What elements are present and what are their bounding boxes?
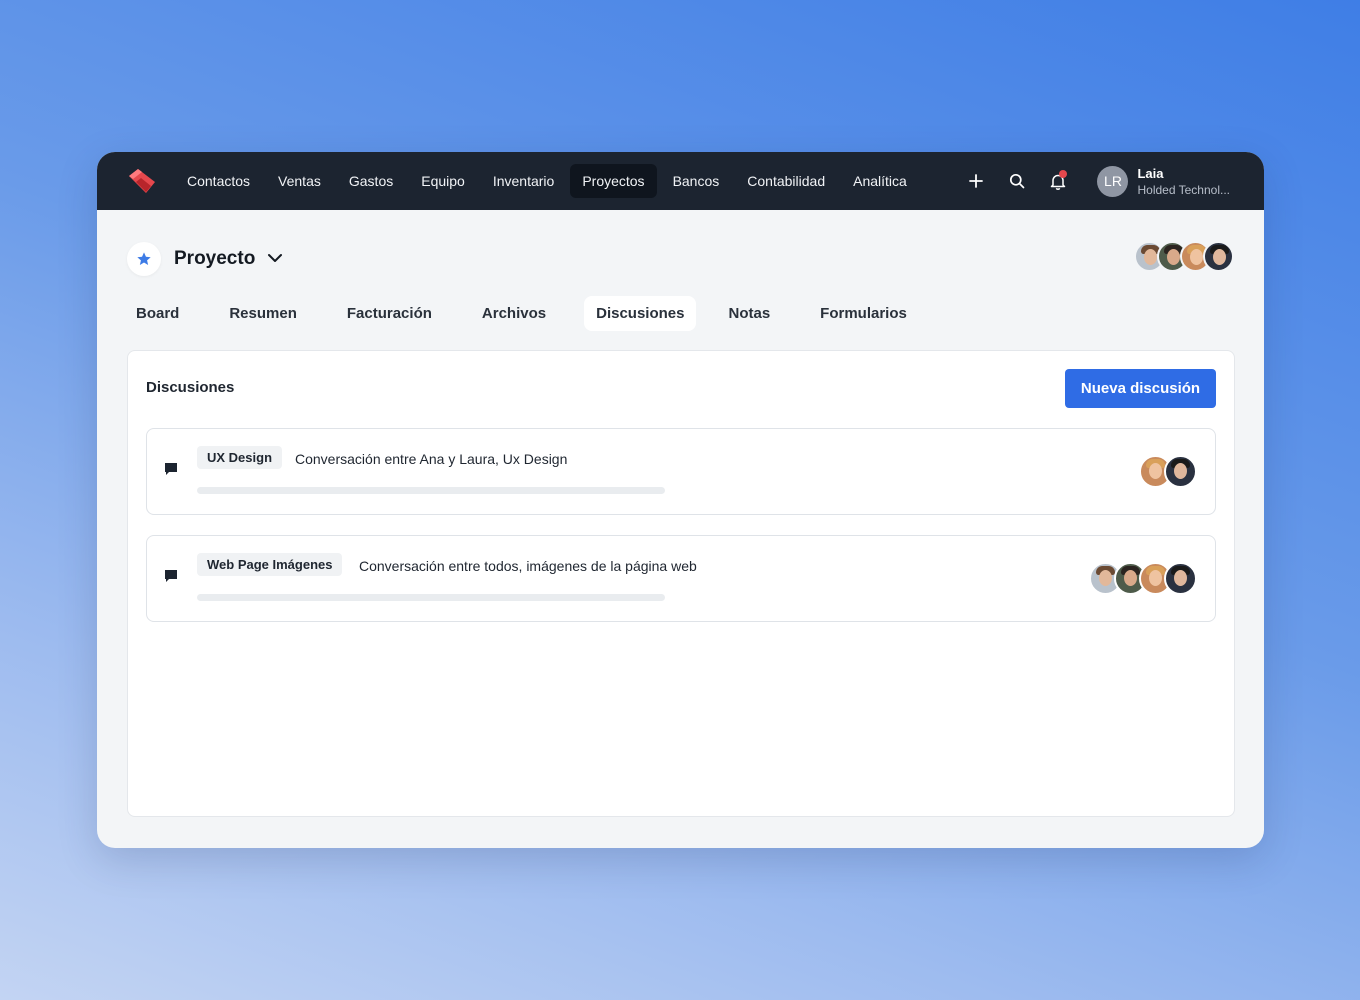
nav-item-contactos[interactable]: Contactos [175,164,262,198]
tab-discusiones[interactable]: Discusiones [584,296,697,331]
app-window: Contactos Ventas Gastos Equipo Inventari… [97,152,1264,848]
holded-logo-icon[interactable] [127,166,157,196]
nav-item-inventario[interactable]: Inventario [481,164,566,198]
discussion-tag: UX Design [197,446,283,469]
tab-facturacion[interactable]: Facturación [335,296,444,331]
nav-item-contabilidad[interactable]: Contabilidad [735,164,837,198]
main-nav: Contactos Ventas Gastos Equipo Inventari… [175,164,919,198]
discussion-tag: Web Page Imágenes [197,553,343,576]
discussion-item[interactable]: Web Page Imágenes Conversación entre tod… [146,535,1216,622]
discussions-panel: Discusiones Nueva discusión UX Design Co… [127,350,1235,817]
nav-item-gastos[interactable]: Gastos [337,164,405,198]
tab-notas[interactable]: Notas [716,296,782,331]
discussion-item[interactable]: UX Design Conversación entre Ana y Laura… [146,428,1216,515]
user-name: Laia [1137,165,1164,181]
team-avatars[interactable] [1134,241,1234,272]
user-company: Holded Technol... [1137,182,1230,197]
avatar [1164,455,1197,488]
nav-item-bancos[interactable]: Bancos [661,164,732,198]
user-info: Laia Holded Technol... [1137,166,1230,197]
nav-item-analitica[interactable]: Analítica [841,164,919,198]
participant-avatars [1139,455,1197,488]
chat-bubble-icon [163,568,179,589]
nav-item-proyectos[interactable]: Proyectos [570,164,657,198]
plus-icon[interactable] [966,171,986,191]
project-tabs: Board Resumen Facturación Archivos Discu… [124,296,939,331]
nav-item-equipo[interactable]: Equipo [409,164,477,198]
new-discussion-button[interactable]: Nueva discusión [1065,369,1216,408]
avatar [1164,562,1197,595]
user-menu[interactable]: LR Laia Holded Technol... [1097,165,1230,197]
user-avatar: LR [1097,165,1129,197]
favorite-star-icon[interactable] [127,242,161,276]
top-navbar: Contactos Ventas Gastos Equipo Inventari… [97,152,1264,210]
avatar [1203,241,1234,272]
progress-bar [197,594,665,601]
tab-resumen[interactable]: Resumen [217,296,309,331]
project-header: Proyecto [127,242,283,276]
top-actions: LR Laia Holded Technol... [966,152,1230,210]
progress-bar [197,487,665,494]
search-icon[interactable] [1007,171,1027,191]
tab-archivos[interactable]: Archivos [470,296,558,331]
discussion-text: Conversación entre Ana y Laura, Ux Desig… [295,451,568,467]
discussion-text: Conversación entre todos, imágenes de la… [359,558,697,574]
chevron-down-icon[interactable] [267,250,283,268]
bell-icon[interactable] [1048,170,1068,191]
nav-item-ventas[interactable]: Ventas [266,164,333,198]
panel-title: Discusiones [146,379,235,396]
chat-bubble-icon [163,461,179,482]
participant-avatars [1089,562,1197,595]
project-title[interactable]: Proyecto [174,248,255,270]
tab-board[interactable]: Board [124,296,191,331]
tab-formularios[interactable]: Formularios [808,296,919,331]
